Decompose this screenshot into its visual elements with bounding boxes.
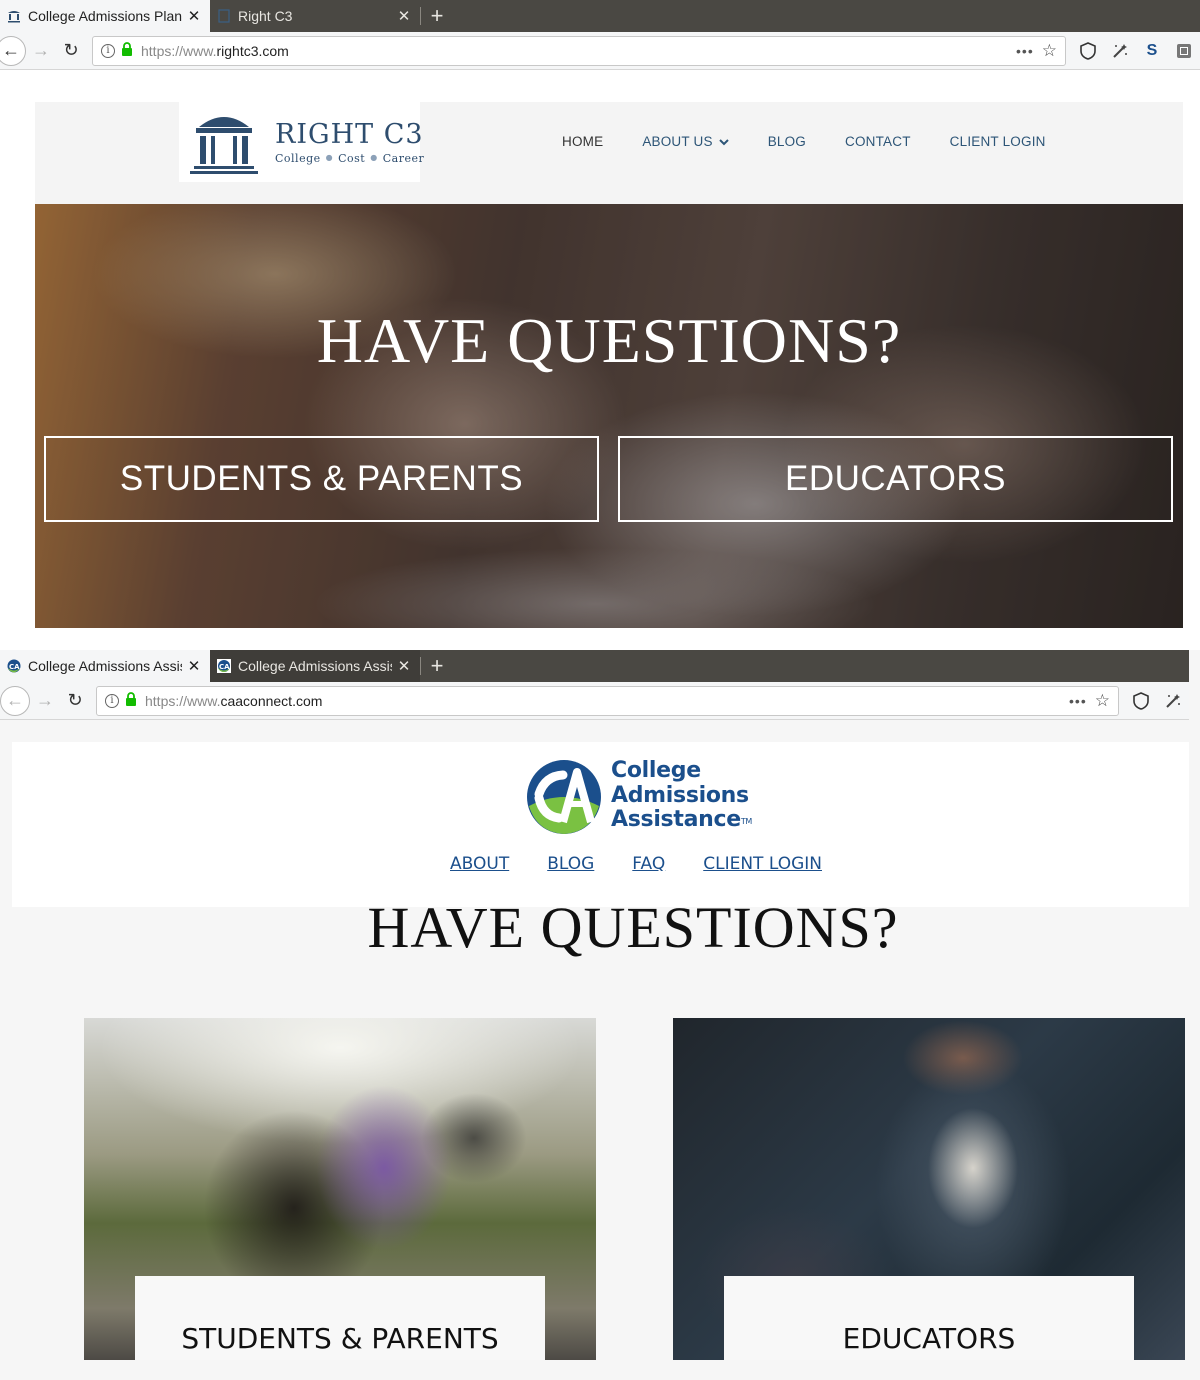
site-info-icon[interactable]: i [105, 693, 119, 708]
lock-icon [125, 692, 137, 709]
nav-client-login[interactable]: CLIENT LOGIN [703, 854, 822, 874]
bookmark-star-icon[interactable]: ☆ [1042, 41, 1057, 61]
tab-title: College Admissions Plann [28, 8, 182, 24]
back-arrow-icon[interactable]: ← [0, 685, 30, 716]
close-tab-icon[interactable]: ✕ [396, 657, 412, 675]
students-parents-card[interactable]: STUDENTS & PARENTS [84, 1018, 596, 1360]
caa-wordmark: College Admissions AssistanceTM [611, 759, 752, 835]
chevron-down-icon [718, 138, 729, 145]
students-parents-label-box: STUDENTS & PARENTS [135, 1276, 545, 1360]
url-bar[interactable]: i https://www. rightc3.com ••• ☆ [92, 35, 1066, 66]
educators-card[interactable]: EDUCATORS [673, 1018, 1185, 1360]
logo-name: RIGHT C3 [275, 118, 424, 150]
trademark-mark: TM [740, 817, 753, 827]
nav-faq[interactable]: FAQ [632, 854, 665, 874]
lock-icon [121, 42, 133, 59]
tab-title: College Admissions Assis [238, 658, 392, 674]
tab-strip: CA College Admissions Assis ✕ CA College… [0, 650, 1189, 682]
url-host: caaconnect.com [220, 692, 323, 709]
svg-text:CA: CA [9, 663, 20, 671]
tab-college-admissions-assistance-1[interactable]: CA College Admissions Assis ✕ [0, 650, 210, 682]
s-extension-icon[interactable]: S [1136, 36, 1168, 66]
sidebar-icon[interactable] [1168, 36, 1200, 66]
reload-icon[interactable]: ↻ [56, 36, 86, 66]
shield-icon[interactable] [1072, 36, 1104, 66]
tab-title: Right C3 [238, 8, 293, 24]
forward-arrow-icon[interactable]: → [30, 686, 60, 716]
shield-icon[interactable] [1125, 686, 1157, 716]
rightc3-browser-window: College Admissions Plann ✕ Right C3 ✕ + … [0, 0, 1200, 650]
educators-button[interactable]: EDUCATORS [618, 436, 1173, 522]
educators-label-box: EDUCATORS [724, 1276, 1134, 1360]
tab-strip: College Admissions Plann ✕ Right C3 ✕ + [0, 0, 1200, 32]
site-info-icon[interactable]: i [101, 43, 115, 58]
new-tab-plus-icon[interactable]: + [421, 650, 453, 682]
close-tab-icon[interactable]: ✕ [396, 7, 412, 25]
rightc3-logo[interactable]: RIGHT C3 College ● Cost ● Career [179, 102, 424, 182]
caa-globe-logo-icon [527, 760, 601, 834]
tagline-dot: ● [370, 152, 378, 162]
logo-tagline: College ● Cost ● Career [275, 152, 424, 165]
tagline-college: College [275, 151, 321, 165]
right-c3-building-icon [6, 8, 22, 24]
nav-about-us-label: ABOUT US [642, 134, 713, 149]
tab-college-admissions-assistance-2[interactable]: CA College Admissions Assis ✕ [210, 650, 420, 682]
nav-about-us[interactable]: ABOUT US [642, 134, 729, 149]
back-arrow-icon[interactable]: ← [0, 35, 26, 66]
navigation-toolbar: ← → ↻ i https://www. caaconnect.com ••• ☆ [0, 682, 1189, 720]
educators-label: EDUCATORS [842, 1321, 1016, 1355]
new-tab-plus-icon[interactable]: + [421, 0, 453, 32]
wordmark-line-1: College [611, 758, 701, 784]
navigation-toolbar: ← → ↻ i https://www. rightc3.com ••• ☆ S [0, 32, 1200, 70]
nav-blog[interactable]: BLOG [768, 134, 806, 149]
building-columns-icon [190, 117, 258, 174]
wand-icon[interactable] [1104, 36, 1136, 66]
nav-home[interactable]: HOME [562, 134, 603, 149]
caa-main-nav: ABOUT BLOG FAQ CLIENT LOGIN [450, 854, 860, 874]
page-actions-icon[interactable]: ••• [1016, 43, 1034, 59]
rightc3-main-nav: HOME ABOUT US BLOG CONTACT CLIENT LOGIN [562, 134, 1085, 149]
nav-blog[interactable]: BLOG [547, 854, 594, 874]
svg-text:CA: CA [219, 663, 230, 671]
wand-icon[interactable] [1157, 686, 1189, 716]
caa-browser-window: CA College Admissions Assis ✕ CA College… [0, 650, 1200, 1380]
tagline-cost: Cost [338, 151, 366, 165]
blank-page-icon [216, 8, 232, 24]
tab-college-admissions-planning[interactable]: College Admissions Plann ✕ [0, 0, 210, 32]
url-host: rightc3.com [216, 42, 289, 59]
page-actions-icon[interactable]: ••• [1069, 693, 1087, 709]
tab-right-c3[interactable]: Right C3 ✕ [210, 0, 420, 32]
bookmark-star-icon[interactable]: ☆ [1095, 691, 1110, 711]
nav-about[interactable]: ABOUT [450, 854, 509, 874]
url-bar[interactable]: i https://www. caaconnect.com ••• ☆ [96, 685, 1119, 716]
url-protocol: https://www. [145, 692, 221, 709]
url-protocol: https://www. [141, 42, 217, 59]
rightc3-page: RIGHT C3 College ● Cost ● Career HOME ABOUT … [35, 102, 1183, 628]
hero-heading: HAVE QUESTIONS? [316, 305, 902, 376]
tab-title: College Admissions Assis [28, 658, 182, 674]
reload-icon[interactable]: ↻ [60, 686, 90, 716]
close-tab-icon[interactable]: ✕ [186, 657, 202, 675]
caa-site-header: College Admissions AssistanceTM ABOUT BL… [12, 742, 1189, 907]
close-tab-icon[interactable]: ✕ [186, 7, 202, 25]
tagline-career: Career [382, 151, 425, 165]
tagline-dot: ● [325, 152, 334, 162]
wordmark-line-2: Admissions [611, 782, 749, 808]
nav-client-login[interactable]: CLIENT LOGIN [950, 134, 1046, 149]
students-parents-button[interactable]: STUDENTS & PARENTS [44, 436, 599, 522]
caa-logo[interactable]: College Admissions AssistanceTM [525, 758, 752, 836]
forward-arrow-icon[interactable]: → [26, 36, 56, 66]
hero-banner: HAVE QUESTIONS? STUDENTS & PARENTS EDUCA… [35, 204, 1183, 628]
caa-globe-icon: CA [6, 658, 22, 674]
students-parents-label: STUDENTS & PARENTS [181, 1321, 499, 1355]
page-heading: HAVE QUESTIONS? [367, 895, 899, 960]
nav-contact[interactable]: CONTACT [845, 134, 911, 149]
wordmark-line-3: Assistance [611, 807, 741, 833]
caa-globe-icon: CA [216, 658, 232, 674]
